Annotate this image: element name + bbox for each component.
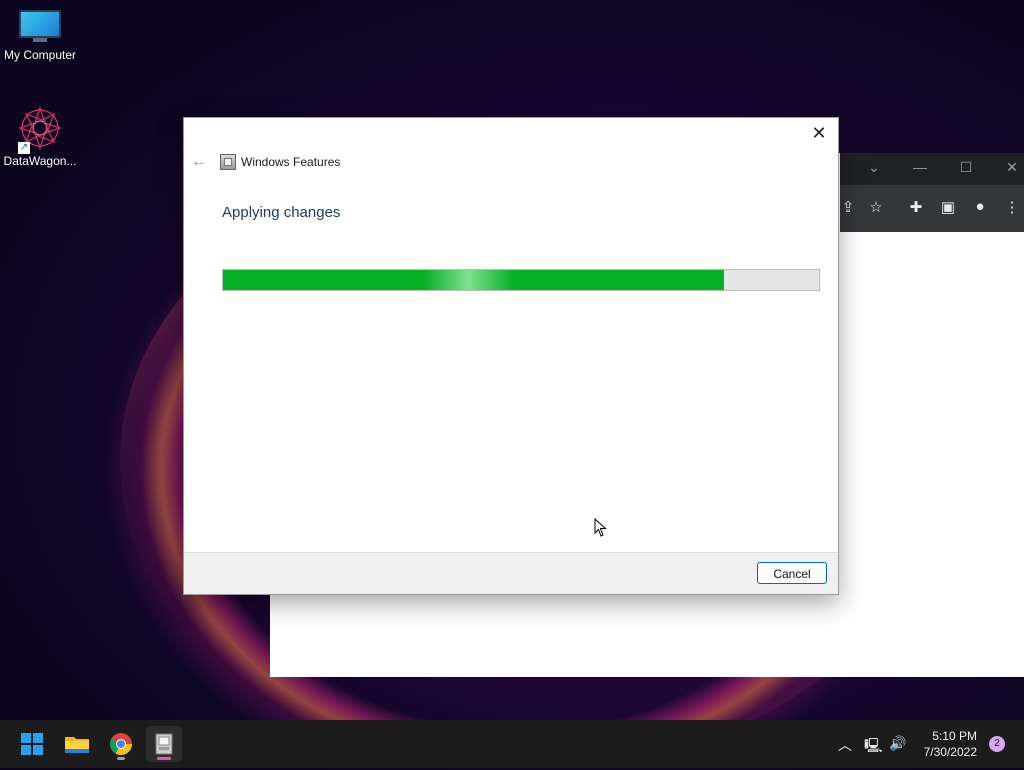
menu-icon[interactable]: ⋮	[1002, 198, 1022, 216]
mouse-cursor-icon	[594, 517, 608, 543]
windows-features-dialog: ✕ ← Windows Features Applying changes Ca…	[183, 117, 839, 595]
taskbar-windows-features[interactable]	[146, 726, 182, 762]
clock-time: 5:10 PM	[932, 729, 977, 743]
taskbar: ︿ 🖳 🔊 5:10 PM 7/30/2022 2	[0, 720, 1024, 768]
mandala-icon: ↗	[18, 106, 62, 154]
browser-titlebar: ⌄ — ☐ ✕	[840, 153, 1024, 185]
dialog-footer: Cancel	[184, 552, 838, 594]
monitor-icon	[19, 10, 61, 44]
windows-start-icon	[21, 733, 43, 755]
back-arrow-icon[interactable]: ←	[191, 153, 207, 171]
progress-bar	[222, 269, 820, 291]
dialog-heading: Applying changes	[222, 204, 341, 221]
star-icon[interactable]: ☆	[866, 198, 886, 216]
dialog-title: Windows Features	[241, 155, 341, 169]
notification-badge[interactable]: 2	[989, 736, 1005, 752]
running-indicator	[117, 757, 125, 760]
progress-bar-fill	[223, 270, 724, 290]
windows-features-icon	[220, 154, 236, 170]
desktop-icon-datawagon[interactable]: ↗ DataWagon...	[0, 106, 80, 168]
clock-date: 7/30/2022	[923, 745, 977, 759]
start-button[interactable]	[14, 726, 50, 762]
chevron-up-icon[interactable]: ︿	[838, 735, 852, 755]
close-icon[interactable]: ✕	[1002, 159, 1022, 176]
volume-icon[interactable]: 🔊	[889, 735, 906, 752]
browser-toolbar: ⇪ ☆ ✚ ▣ ● ⋮	[840, 185, 1024, 232]
tab-search-icon[interactable]: ⌄	[864, 159, 884, 176]
active-indicator	[157, 757, 171, 760]
desktop-icon-label: My Computer	[3, 48, 77, 62]
desktop-icon-my-computer[interactable]: My Computer	[0, 10, 80, 62]
minimize-icon[interactable]: —	[910, 159, 930, 175]
taskbar-chrome[interactable]	[103, 726, 139, 762]
shortcut-arrow-icon: ↗	[18, 142, 30, 154]
taskbar-clock[interactable]: 5:10 PM 7/30/2022	[924, 728, 977, 760]
taskbar-file-explorer[interactable]	[59, 726, 95, 762]
extensions-icon[interactable]: ✚	[906, 198, 926, 216]
maximize-icon[interactable]: ☐	[956, 159, 976, 176]
side-panel-icon[interactable]: ▣	[938, 198, 958, 216]
network-icon[interactable]: 🖳	[864, 735, 883, 759]
profile-icon[interactable]: ●	[970, 198, 990, 215]
desktop-icon-label: DataWagon...	[3, 154, 77, 168]
file-explorer-icon	[65, 737, 89, 753]
close-icon[interactable]: ✕	[806, 122, 832, 144]
cancel-button[interactable]: Cancel	[757, 562, 827, 584]
share-icon[interactable]: ⇪	[838, 198, 858, 216]
